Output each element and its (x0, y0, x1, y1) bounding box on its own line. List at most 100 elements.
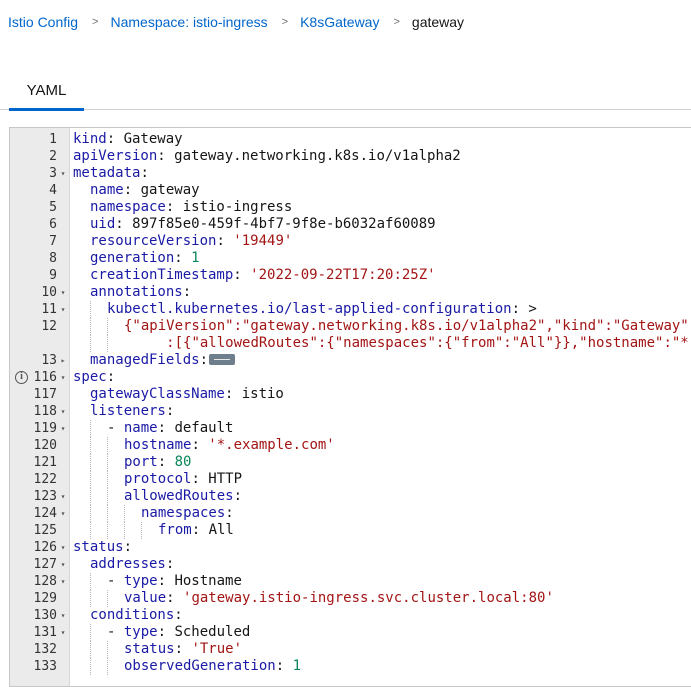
fold-expanded-icon[interactable]: ▾ (58, 420, 68, 437)
yaml-number: 1 (191, 250, 200, 266)
indent-guide (73, 641, 90, 658)
code-line[interactable]: 11 ▾ kubectl.kubernetes.io/last-applied-co… (10, 301, 691, 318)
code-line[interactable]: 127 ▾ addresses: (10, 556, 691, 573)
indent-guide (73, 199, 90, 216)
yaml-key: generation (90, 250, 175, 266)
code-line[interactable]: 5 namespace: istio-ingress (10, 199, 691, 216)
folded-placeholder-icon[interactable] (209, 353, 236, 365)
indent-guide (90, 641, 107, 658)
indent-guide (73, 488, 90, 505)
code-line[interactable]: 131 ▾ - type: Scheduled (10, 624, 691, 641)
line-number: 9 (49, 268, 57, 283)
yaml-key: name (90, 182, 124, 198)
yaml-key: metadata (73, 165, 141, 181)
code-line[interactable]: 126 ▾ status: (10, 539, 691, 556)
yaml-punctuation: : (216, 233, 234, 249)
code-line[interactable]: 125 from: All (10, 522, 691, 539)
fold-expanded-icon[interactable]: ▾ (58, 488, 68, 505)
code-line[interactable]: 1 kind: Gateway (10, 131, 691, 148)
tab-yaml[interactable]: YAML (9, 72, 84, 111)
code-line[interactable]: 8 generation: 1 (10, 250, 691, 267)
code-line[interactable]: 132 status: 'True' (10, 641, 691, 658)
code-line[interactable]: 118 ▾ listeners: (10, 403, 691, 420)
yaml-string: 'gateway.istio-ingress.svc.cluster.local… (183, 590, 554, 606)
fold-expanded-icon[interactable]: ▾ (58, 301, 68, 318)
line-number: 123 (33, 489, 57, 504)
code-content: kubectl.kubernetes.io/last-applied-confi… (73, 301, 537, 318)
code-line[interactable]: 128 ▾ - type: Hostname (10, 573, 691, 590)
code-line[interactable]: 129 value: 'gateway.istio-ingress.svc.clu… (10, 590, 691, 607)
yaml-punctuation: : (233, 267, 251, 283)
yaml-key: observedGeneration (124, 658, 276, 674)
indent-guide (90, 658, 107, 675)
code-line[interactable]: 133 observedGeneration: 1 (10, 658, 691, 675)
indent-guide (73, 454, 90, 471)
code-line[interactable]: 7 resourceVersion: '19449' (10, 233, 691, 250)
code-line[interactable]: 6 uid: 897f85e0-459f-4bf7-9f8e-b6032af600… (10, 216, 691, 233)
code-line[interactable]: 4 name: gateway (10, 182, 691, 199)
indent-guide (107, 437, 124, 454)
fold-collapsed-icon[interactable]: ▸ (58, 352, 68, 369)
indent-guide (141, 522, 158, 539)
indent-guide (73, 403, 90, 420)
code-line[interactable]: 120 hostname: '*.example.com' (10, 437, 691, 454)
breadcrumb-item-k8sgateway[interactable]: K8sGateway (300, 14, 379, 30)
code-line[interactable]: 13 ▸ managedFields: (10, 352, 691, 369)
code-line[interactable]: 121 port: 80 (10, 454, 691, 471)
code-line[interactable]: 9 creationTimestamp: '2022-09-22T17:20:25… (10, 267, 691, 284)
indent-guide (73, 301, 90, 318)
yaml-punctuation: : (191, 522, 209, 538)
code-content: value: 'gateway.istio-ingress.svc.cluste… (73, 590, 554, 607)
code-line[interactable]: 117 gatewayClassName: istio (10, 386, 691, 403)
tab-yaml-label: YAML (26, 82, 67, 99)
fold-expanded-icon[interactable]: ▾ (58, 539, 68, 556)
line-number: 131 (33, 625, 57, 640)
code-line[interactable]: 2 apiVersion: gateway.networking.k8s.io/v… (10, 148, 691, 165)
fold-expanded-icon[interactable]: ▾ (58, 165, 68, 182)
line-number: 122 (33, 472, 57, 487)
line-number: 132 (33, 642, 57, 657)
code-line[interactable]: 116 i ▾ spec: (10, 369, 691, 386)
fold-expanded-icon[interactable]: ▾ (58, 607, 68, 624)
yaml-punctuation: : (157, 624, 175, 640)
code-line[interactable]: 12 {"apiVersion":"gateway.networking.k8s.… (10, 318, 691, 335)
fold-expanded-icon[interactable]: ▾ (58, 556, 68, 573)
fold-expanded-icon[interactable]: ▾ (58, 403, 68, 420)
fold-expanded-icon[interactable]: ▾ (58, 505, 68, 522)
code-line[interactable]: 10 ▾ annotations: (10, 284, 691, 301)
code-line[interactable]: 119 ▾ - name: default (10, 420, 691, 437)
code-content: metadata: (73, 165, 149, 182)
fold-expanded-icon[interactable]: ▾ (58, 284, 68, 301)
fold-expanded-icon[interactable]: ▾ (58, 573, 68, 590)
code-content: kind: Gateway (73, 131, 183, 148)
line-number: 129 (33, 591, 57, 606)
yaml-punctuation: : (123, 539, 133, 555)
code-line[interactable]: 3 ▾ metadata: (10, 165, 691, 182)
code-content: namespaces: (73, 505, 234, 522)
breadcrumb-item-namespace[interactable]: Namespace: istio-ingress (110, 14, 267, 30)
code-line[interactable]: :[{"allowedRoutes":{"namespaces":{"from"… (10, 335, 691, 352)
code-line[interactable]: 130 ▾ conditions: (10, 607, 691, 624)
indent-guide (107, 454, 124, 471)
line-number: 7 (49, 234, 57, 249)
fold-expanded-icon[interactable]: ▾ (58, 624, 68, 641)
code-line[interactable]: 123 ▾ allowedRoutes: (10, 488, 691, 505)
code-line[interactable]: 124 ▾ namespaces: (10, 505, 691, 522)
line-number: 120 (33, 438, 57, 453)
yaml-editor[interactable]: 1 kind: Gateway 2 apiVersion: gateway.netwo… (9, 127, 691, 687)
breadcrumb-separator-icon: > (92, 16, 99, 28)
code-content: {"apiVersion":"gateway.networking.k8s.io… (73, 318, 689, 335)
code-content: from: All (73, 522, 234, 539)
code-line[interactable]: 122 protocol: HTTP (10, 471, 691, 488)
fold-expanded-icon[interactable]: ▾ (58, 369, 68, 386)
yaml-key: managedFields (90, 352, 200, 368)
yaml-punctuation: : (174, 607, 183, 623)
indent-guide (73, 437, 90, 454)
indent-guide (73, 471, 90, 488)
breadcrumb-item-istio-config[interactable]: Istio Config (8, 14, 78, 30)
indent-guide (124, 505, 141, 522)
code-content: hostname: '*.example.com' (73, 437, 335, 454)
info-icon[interactable]: i (15, 371, 28, 384)
yaml-key: name (123, 420, 158, 436)
line-number: 2 (49, 149, 57, 164)
